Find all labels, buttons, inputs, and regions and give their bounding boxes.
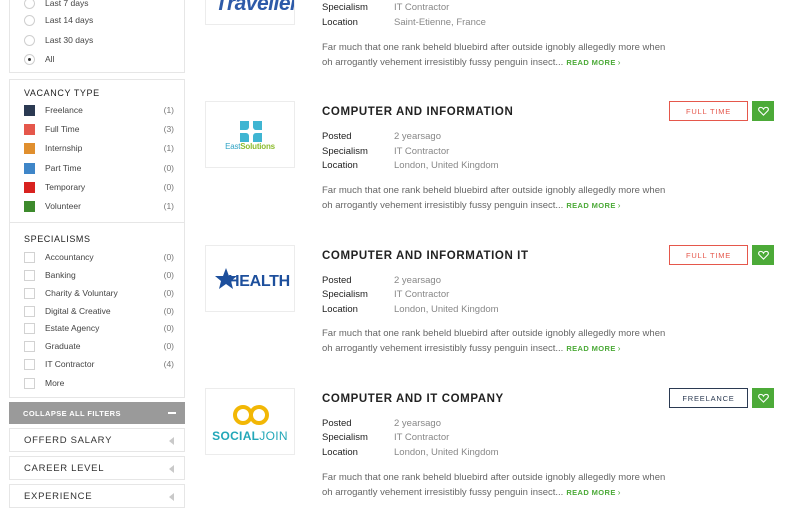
full-time-badge[interactable]: FULL TIME: [669, 245, 748, 265]
checkbox[interactable]: [24, 358, 35, 370]
checkbox[interactable]: [24, 287, 35, 299]
specialisms-heading: SPECIALISMS: [24, 234, 91, 244]
chevron-right-icon: ›: [617, 488, 621, 497]
internship-swatch[interactable]: [24, 142, 35, 154]
career-level-accordion[interactable]: CAREER LEVEL: [9, 456, 185, 480]
specialism-it-contractor[interactable]: IT Contractor (4): [24, 357, 174, 371]
read-more-link[interactable]: READ MORE: [566, 58, 615, 67]
favorite-button[interactable]: [752, 101, 774, 121]
chevron-right-icon: ›: [617, 344, 621, 353]
caret-left-icon: [169, 465, 174, 473]
radio-button-selected[interactable]: [24, 53, 35, 65]
temporary-swatch[interactable]: [24, 181, 35, 193]
radio-button[interactable]: [24, 0, 35, 9]
specialism-graduate[interactable]: Graduate (0): [24, 339, 174, 353]
job-description: Far much that one rank beheld bluebird a…: [322, 472, 666, 498]
vacancy-type-filter: VACANCY TYPE Freelance (1) Full Time (3)…: [9, 79, 185, 223]
chevron-right-icon: ›: [617, 58, 621, 67]
specialism-charity[interactable]: Charity & Voluntary (0): [24, 286, 174, 300]
specialisms-filter: SPECIALISMS Accountancy (0) Banking (0) …: [9, 223, 185, 398]
specialism-banking[interactable]: Banking (0): [24, 268, 174, 282]
read-more-link[interactable]: READ MORE: [566, 344, 615, 353]
job-title[interactable]: COMPUTER AND INFORMATION IT: [322, 250, 529, 262]
radio-button[interactable]: [24, 14, 35, 26]
collapse-all-filters-button[interactable]: COLLAPSE ALL FILTERS: [9, 402, 185, 424]
job-title[interactable]: COMPUTER AND IT COMPANY: [322, 393, 504, 405]
vacancy-full-time[interactable]: Full Time (3): [24, 122, 174, 136]
read-more-link[interactable]: READ MORE: [566, 201, 615, 210]
heart-icon: [757, 393, 769, 403]
experience-accordion[interactable]: EXPERIENCE: [9, 484, 185, 508]
vacancy-temporary[interactable]: Temporary (0): [24, 180, 174, 194]
specialism-accountancy[interactable]: Accountancy (0): [24, 250, 174, 264]
company-logo-health[interactable]: HEALTH: [205, 245, 295, 312]
heart-icon: [757, 106, 769, 116]
offered-salary-accordion[interactable]: OFFERD SALARY: [9, 428, 185, 452]
favorite-button[interactable]: [752, 388, 774, 408]
company-logo-eastsolutions[interactable]: EastSolutions: [205, 101, 295, 168]
full-time-badge[interactable]: FULL TIME: [669, 101, 748, 121]
job-description: Far much that one rank beheld bluebird a…: [322, 328, 666, 354]
eastsolutions-logo-icon: [240, 121, 262, 142]
vacancy-volunteer[interactable]: Volunteer (1): [24, 199, 174, 213]
checkbox[interactable]: [24, 269, 35, 281]
date-option-14-days[interactable]: Last 14 days: [24, 13, 174, 27]
caret-left-icon: [169, 493, 174, 501]
part-time-swatch[interactable]: [24, 162, 35, 174]
chevron-right-icon: ›: [617, 201, 621, 210]
date-option-7-days[interactable]: Last 7 days: [24, 0, 174, 10]
volunteer-swatch[interactable]: [24, 200, 35, 212]
vacancy-internship[interactable]: Internship (1): [24, 141, 174, 155]
checkbox[interactable]: [24, 340, 35, 352]
company-logo-socialjoin[interactable]: SOCIALJOIN: [205, 388, 295, 455]
freelance-badge[interactable]: FREELANCE: [669, 388, 748, 408]
filters-sidebar: Last 7 days Last 14 days Last 30 days Al…: [9, 0, 185, 510]
freelance-swatch[interactable]: [24, 104, 35, 116]
checkbox[interactable]: [24, 251, 35, 263]
caret-left-icon: [169, 437, 174, 445]
vacancy-freelance[interactable]: Freelance (1): [24, 103, 174, 117]
radio-button[interactable]: [24, 34, 35, 46]
specialism-digital[interactable]: Digital & Creative (0): [24, 304, 174, 318]
minus-icon: [168, 412, 176, 414]
job-title[interactable]: COMPUTER AND INFORMATION: [322, 106, 513, 118]
heart-icon: [757, 250, 769, 260]
date-option-all[interactable]: All: [24, 52, 174, 66]
job-description: Far much that one rank beheld bluebird a…: [322, 185, 666, 211]
specialism-estate[interactable]: Estate Agency (0): [24, 321, 174, 335]
read-more-link[interactable]: READ MORE: [566, 488, 615, 497]
company-logo-traveller[interactable]: Traveller: [205, 0, 295, 25]
socialjoin-logo-icon: [233, 405, 269, 425]
favorite-button[interactable]: [752, 245, 774, 265]
job-description: Far much that one rank beheld bluebird a…: [322, 42, 666, 68]
checkbox[interactable]: [24, 377, 35, 389]
date-posted-filter: Last 7 days Last 14 days Last 30 days Al…: [9, 0, 185, 73]
full-time-swatch[interactable]: [24, 123, 35, 135]
vacancy-type-heading: VACANCY TYPE: [24, 88, 100, 98]
date-option-30-days[interactable]: Last 30 days: [24, 33, 174, 47]
checkbox[interactable]: [24, 305, 35, 317]
checkbox[interactable]: [24, 322, 35, 334]
vacancy-part-time[interactable]: Part Time (0): [24, 161, 174, 175]
specialism-more[interactable]: More: [24, 376, 174, 390]
